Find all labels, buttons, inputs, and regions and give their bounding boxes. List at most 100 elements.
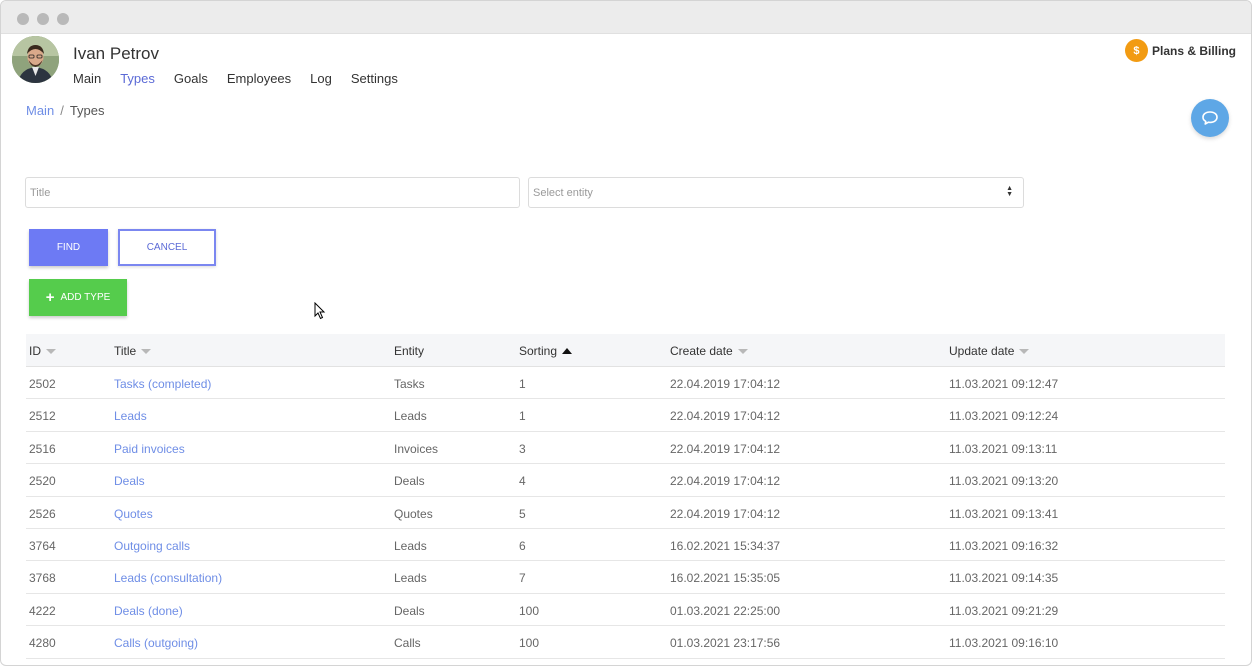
cell-create-date: 01.03.2021 23:17:56 [670,636,781,651]
nav-item-log[interactable]: Log [310,71,332,86]
cell-title-link[interactable]: Tasks (completed) [114,377,211,391]
cell-entity: Deals [394,474,425,489]
plans-billing-link[interactable]: $ Plans & Billing [1124,39,1236,62]
cell-update-date: 11.03.2021 09:16:10 [949,636,1059,651]
window-close-dot[interactable] [17,13,29,25]
cell-create-date: 22.04.2019 17:04:12 [670,441,781,456]
window-zoom-dot[interactable] [57,13,69,25]
cell-sorting: 4 [519,474,526,489]
column-header-sorting[interactable]: Sorting [519,344,573,358]
cell-id: 3764 [29,538,56,553]
sort-down-icon [1019,348,1030,354]
entity-select-placeholder: Select entity [533,187,593,199]
table-header: ID Title Entity Sorting Create date Upda… [26,334,1225,367]
cell-entity: Deals [394,603,425,618]
cell-id: 2502 [29,377,56,391]
cancel-button[interactable]: CANCEL [118,229,216,266]
column-header-label: Sorting [519,344,558,358]
cell-title-link[interactable]: Deals [114,474,145,488]
top-navigation: Main Types Goals Employees Log Settings [73,71,398,86]
browser-window: Ivan Petrov Main Types Goals Employees L… [0,0,1252,666]
cell-sorting: 5 [519,506,526,521]
cell-id: 2512 [29,409,56,424]
types-table: ID Title Entity Sorting Create date Upda… [26,334,1225,659]
cell-entity: Leads [394,571,427,586]
cell-sorting: 1 [519,377,526,391]
column-header-label: Update date [949,344,1015,358]
column-header-label: ID [29,344,41,358]
column-header-entity: Entity [394,344,424,358]
table-row: 2516 Paid invoices Invoices 3 22.04.2019… [26,432,1225,465]
cell-entity: Quotes [394,506,433,521]
nav-item-settings[interactable]: Settings [351,71,398,86]
sort-asc-icon [562,348,573,354]
entity-select[interactable]: Select entity ▲ ▼ [528,177,1024,208]
table-row: 3764 Outgoing calls Leads 6 16.02.2021 1… [26,529,1225,562]
cell-id: 2526 [29,506,56,521]
find-button[interactable]: FIND [29,229,108,266]
window-titlebar [1,1,1251,34]
cell-create-date: 01.03.2021 22:25:00 [670,603,781,618]
chat-button[interactable] [1191,99,1229,137]
mouse-cursor-icon [314,302,326,320]
cell-update-date: 11.03.2021 09:13:11 [949,441,1058,456]
sort-down-icon [46,348,56,354]
nav-item-goals[interactable]: Goals [174,71,208,86]
cell-title-link[interactable]: Calls (outgoing) [114,636,198,650]
add-type-button[interactable]: + ADD TYPE [29,279,127,316]
nav-item-types[interactable]: Types [120,71,155,86]
cell-sorting: 7 [519,571,526,586]
cell-title-link[interactable]: Outgoing calls [114,539,190,553]
window-minimize-dot[interactable] [37,13,49,25]
title-input[interactable] [26,178,519,207]
nav-item-main[interactable]: Main [73,71,101,86]
cell-sorting: 1 [519,409,526,424]
column-header-title[interactable]: Title [114,344,152,358]
cell-sorting: 6 [519,538,526,553]
sort-down-icon [737,348,748,354]
column-header-id[interactable]: ID [29,344,56,358]
cell-title-link[interactable]: Quotes [114,507,153,521]
cell-id: 2520 [29,474,56,489]
select-arrows-icon: ▲ ▼ [1006,185,1013,198]
cell-title-link[interactable]: Paid invoices [114,442,185,456]
add-type-label: ADD TYPE [60,292,111,303]
dollar-coin-icon: $ [1124,39,1148,62]
cell-create-date: 22.04.2019 17:04:12 [670,377,781,391]
cell-create-date: 22.04.2019 17:04:12 [670,409,781,424]
sort-down-icon [141,348,152,354]
cell-title-link[interactable]: Leads [114,409,147,423]
cell-title-link[interactable]: Leads (consultation) [114,571,222,585]
user-name: Ivan Petrov [73,44,159,63]
title-filter-field[interactable] [25,177,520,208]
table-row: 4222 Deals (done) Deals 100 01.03.2021 2… [26,594,1225,627]
cell-update-date: 11.03.2021 09:16:32 [949,538,1059,553]
cell-create-date: 22.04.2019 17:04:12 [670,474,781,489]
cell-entity: Invoices [394,441,439,456]
cell-id: 4280 [29,636,56,651]
cell-update-date: 11.03.2021 09:12:24 [949,409,1059,424]
table-row: 2520 Deals Deals 4 22.04.2019 17:04:12 1… [26,464,1225,497]
column-header-create-date[interactable]: Create date [670,344,748,358]
cell-create-date: 16.02.2021 15:34:37 [670,538,781,553]
column-header-label: Entity [394,344,425,358]
cell-entity: Leads [394,409,427,424]
table-row: 3768 Leads (consultation) Leads 7 16.02.… [26,561,1225,594]
breadcrumb-current: Types [69,103,105,118]
cell-title-link[interactable]: Deals (done) [114,604,183,618]
breadcrumb: Main / Types [26,103,105,118]
breadcrumb-main-link[interactable]: Main [26,103,54,118]
cell-entity: Calls [394,636,421,651]
user-avatar[interactable] [12,36,59,83]
cell-update-date: 11.03.2021 09:13:41 [949,506,1059,521]
cell-id: 4222 [29,603,56,618]
column-header-update-date[interactable]: Update date [949,344,1030,358]
breadcrumb-separator: / [60,103,64,118]
chat-bubble-icon [1202,111,1218,125]
cell-sorting: 100 [519,636,540,651]
cell-entity: Tasks [394,377,425,391]
cell-update-date: 11.03.2021 09:13:20 [949,474,1059,489]
nav-item-employees[interactable]: Employees [227,71,291,86]
cell-id: 2516 [29,441,56,456]
plans-billing-label: Plans & Billing [1151,43,1236,58]
